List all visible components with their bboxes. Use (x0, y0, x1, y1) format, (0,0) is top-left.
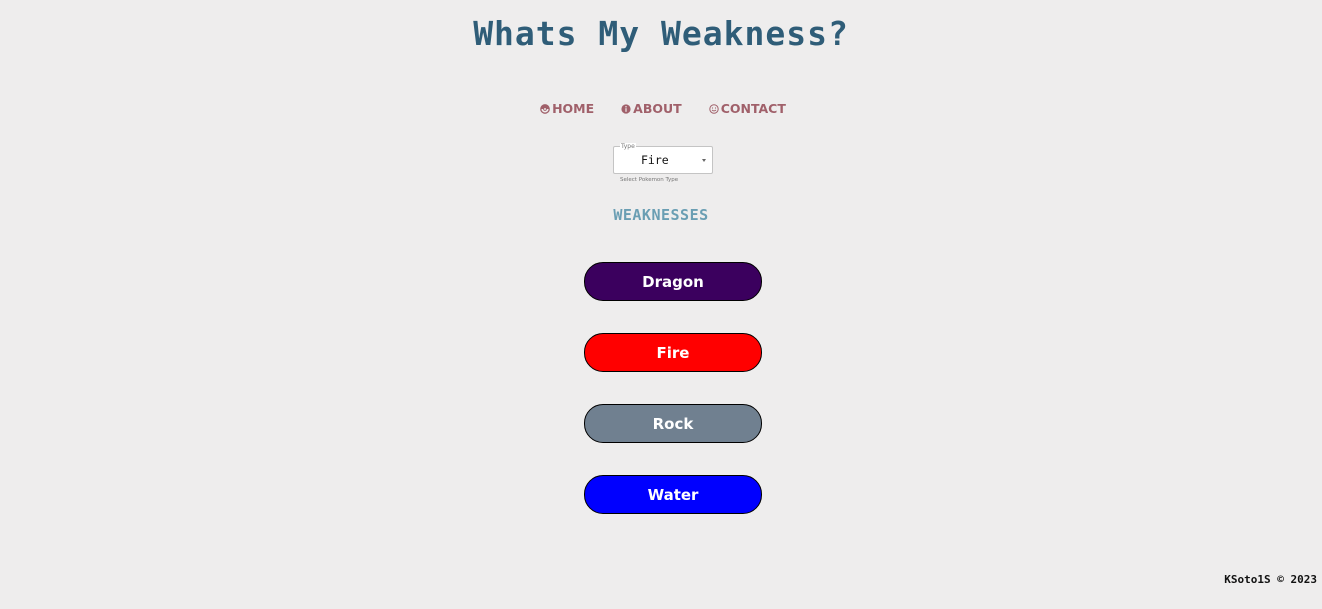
weaknesses-heading: WEAKNESSES (613, 206, 709, 224)
nav-home-link[interactable]: HOME (540, 101, 594, 116)
weakness-rock-button[interactable]: Rock (584, 404, 762, 443)
info-icon (621, 103, 631, 114)
smiley-icon (708, 103, 719, 114)
page-title: Whats My Weakness? (473, 14, 849, 53)
weakness-water-button[interactable]: Water (584, 475, 762, 514)
nav-about-label: ABOUT (633, 101, 682, 116)
nav-home-label: HOME (552, 101, 595, 116)
chevron-down-icon (702, 159, 706, 162)
weakness-list: Dragon Fire Rock Water (584, 262, 762, 546)
type-select-value: Fire (641, 153, 669, 167)
main-nav: HOME ABOUT CONTACT (0, 101, 1322, 116)
nav-about-link[interactable]: ABOUT (621, 101, 682, 116)
type-select-wrapper: Type Fire (613, 143, 713, 174)
weakness-fire-button[interactable]: Fire (584, 333, 762, 372)
nav-contact-link[interactable]: CONTACT (708, 101, 786, 116)
weakness-dragon-button[interactable]: Dragon (584, 262, 762, 301)
pokeball-icon (540, 103, 550, 114)
nav-contact-label: CONTACT (720, 101, 786, 116)
type-select-helper-text: Select Pokemon Type (620, 177, 679, 183)
type-select[interactable]: Type Fire (613, 143, 713, 174)
footer-copyright: KSoto1S © 2023 (1224, 573, 1317, 586)
type-select-legend: Type (620, 143, 636, 150)
